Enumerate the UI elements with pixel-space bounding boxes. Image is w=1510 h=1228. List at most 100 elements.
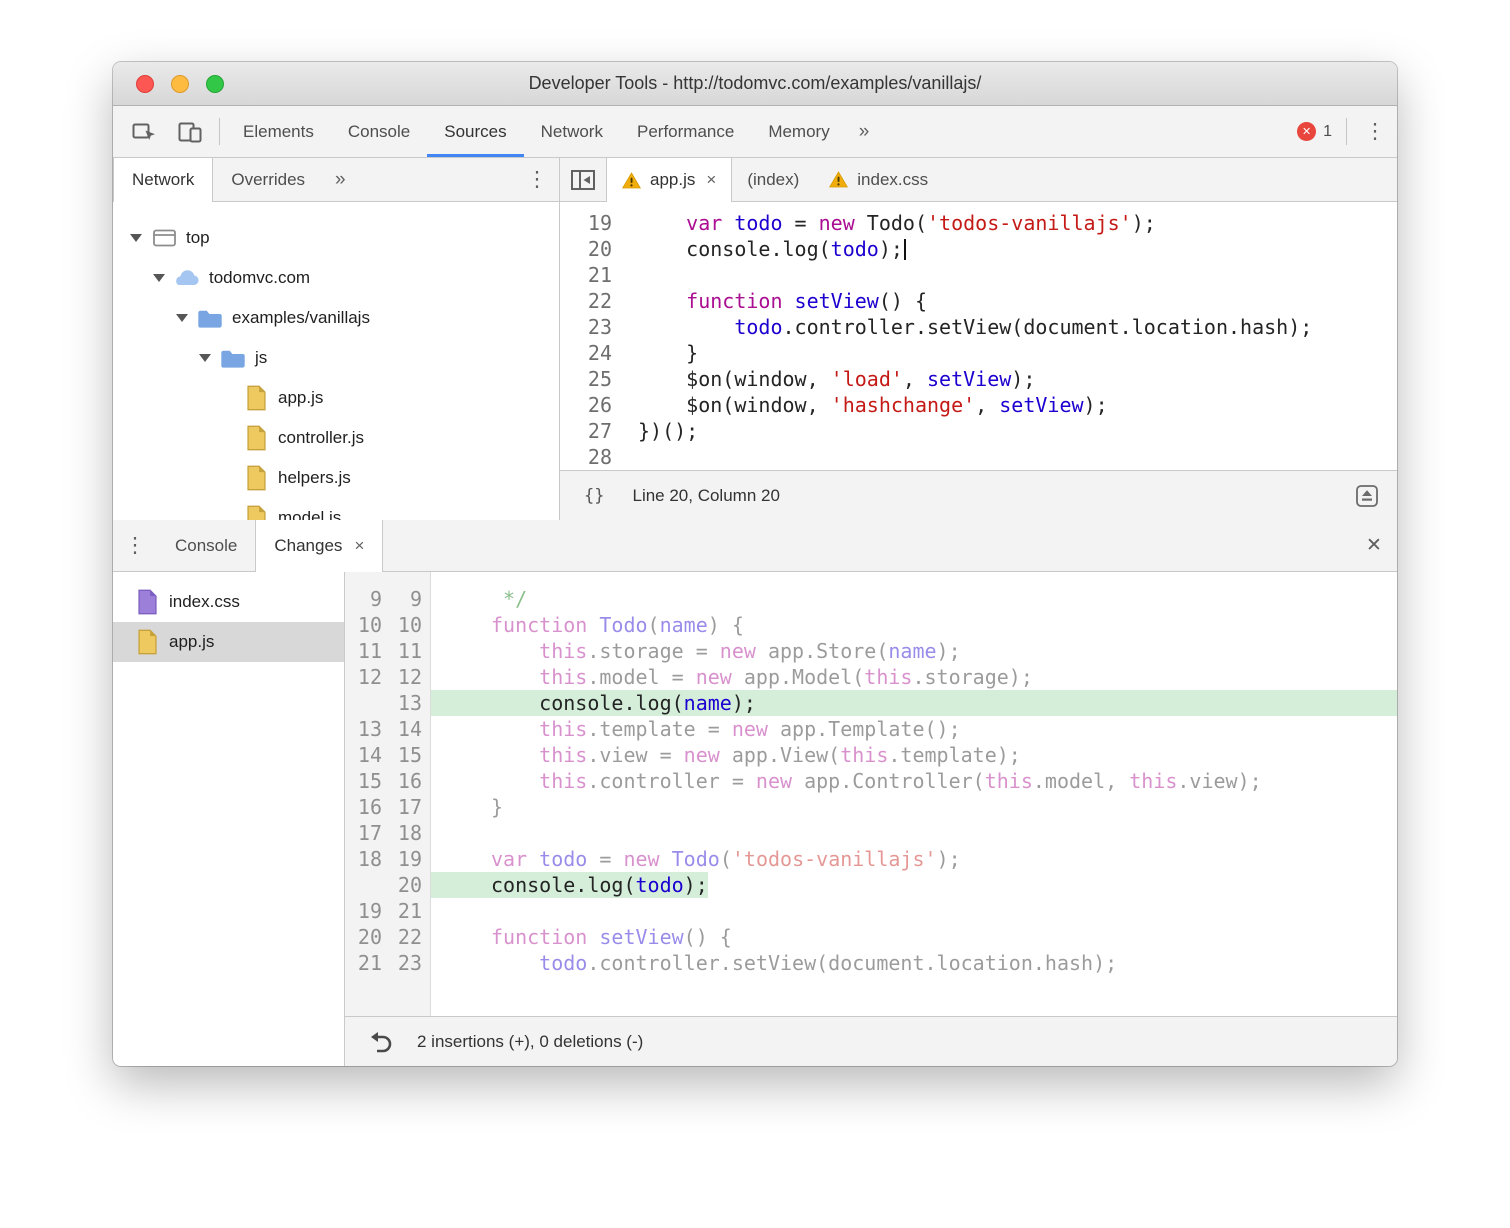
titlebar[interactable]: Developer Tools - http://todomvc.com/exa… — [113, 62, 1397, 106]
line-number[interactable]: 21 — [560, 262, 628, 288]
editor-tab-app-js[interactable]: app.js × — [606, 158, 733, 202]
more-panels-chevron[interactable]: » — [847, 106, 882, 157]
editor-tab-index-css[interactable]: index.css — [814, 158, 943, 201]
tab-memory[interactable]: Memory — [751, 106, 846, 157]
tab-console[interactable]: Console — [331, 106, 427, 157]
close-window-button[interactable] — [136, 74, 154, 93]
toggle-navigator-button[interactable] — [560, 158, 606, 201]
zoom-window-button[interactable] — [206, 74, 224, 93]
devtools-menu-button[interactable]: ⋮ — [1353, 106, 1397, 157]
source-code-view[interactable]: 19 var todo = new Todo('todos-vanillajs'… — [560, 202, 1397, 470]
code-text[interactable]: todo.controller.setView(document.locatio… — [628, 314, 1312, 340]
drawer-tab-console[interactable]: Console — [157, 520, 255, 571]
code-text[interactable]: function setView() { — [628, 288, 927, 314]
tree-item-js[interactable]: js — [113, 338, 559, 378]
sources-panel: Network Overrides » ⋮ top todomvc.com examp… — [113, 158, 1397, 520]
disclosure-triangle[interactable] — [171, 314, 193, 322]
minimize-window-button[interactable] — [171, 74, 189, 93]
tab-elements[interactable]: Elements — [226, 106, 331, 157]
line-number[interactable]: 25 — [560, 366, 628, 392]
navigator-menu-button[interactable]: ⋮ — [515, 158, 559, 201]
tab-network[interactable]: Network — [524, 106, 620, 157]
disclosure-triangle[interactable] — [194, 354, 216, 362]
diff-code-text: var todo = new Todo('todos-vanillajs'); — [491, 847, 961, 871]
line-number[interactable]: 28 — [560, 444, 628, 470]
line-number[interactable]: 24 — [560, 340, 628, 366]
window-controls — [113, 74, 224, 93]
editor-tab-bar: app.js × (index) index.css — [560, 158, 1397, 202]
diff-row: 17 18 — [345, 820, 1397, 846]
tree-item-model-js[interactable]: model.js — [113, 498, 559, 520]
changes-panel: index.css app.js 9 9 */ 10 10 function Todo(n… — [113, 572, 1397, 1066]
panel-tabs: Elements Console Sources Network Performance… — [226, 106, 847, 157]
disclosure-triangle[interactable] — [148, 274, 170, 282]
diff-body: 9 9 */ 10 10 function Todo(name) {11 11 this.… — [345, 572, 1397, 1016]
device-toolbar-button[interactable] — [167, 106, 213, 157]
folder-icon — [216, 348, 250, 369]
diff-new-line-number: 21 — [397, 899, 422, 923]
code-text[interactable]: } — [628, 340, 698, 366]
line-number[interactable]: 23 — [560, 314, 628, 340]
diff-new-line-number: 17 — [397, 795, 422, 819]
diff-code-text — [431, 820, 1397, 846]
line-number[interactable]: 26 — [560, 392, 628, 418]
tree-item-todomvc-com[interactable]: todomvc.com — [113, 258, 559, 298]
changes-file-index-css[interactable]: index.css — [113, 582, 344, 622]
changes-file-app-js[interactable]: app.js — [113, 622, 344, 662]
error-count: 1 — [1323, 122, 1332, 140]
file-navigator: Network Overrides » ⋮ top todomvc.com examp… — [113, 158, 560, 520]
more-navigator-tabs-chevron[interactable]: » — [323, 158, 358, 201]
code-text[interactable] — [628, 444, 638, 470]
diff-code-text: this.storage = new app.Store(name); — [539, 639, 961, 663]
diff-summary: 2 insertions (+), 0 deletions (-) — [417, 1031, 644, 1051]
code-text[interactable] — [628, 262, 638, 288]
close-drawer-button[interactable]: ✕ — [1351, 520, 1397, 571]
tab-close-icon[interactable]: × — [354, 536, 364, 556]
line-number[interactable]: 27 — [560, 418, 628, 444]
diff-code-text: console.log(todo); — [431, 872, 1397, 898]
diff-old-line-number: 11 — [357, 639, 382, 663]
inspect-element-button[interactable] — [121, 106, 167, 157]
drawer-tab-changes[interactable]: Changes × — [255, 520, 384, 572]
drawer-menu-button[interactable]: ⋮ — [113, 520, 157, 571]
code-text[interactable]: $on(window, 'load', setView); — [628, 366, 1035, 392]
tree-item-helpers-js[interactable]: helpers.js — [113, 458, 559, 498]
tab-close-icon[interactable]: × — [706, 170, 716, 190]
tree-item-top[interactable]: top — [113, 218, 559, 258]
diff-row: 12 12 this.model = new app.Model(this.sto… — [345, 664, 1397, 690]
diff-code-text: } — [491, 795, 504, 819]
code-text[interactable]: console.log(todo); — [628, 236, 906, 262]
error-badge[interactable]: ✕ 1 — [1289, 106, 1340, 157]
warning-icon — [622, 171, 641, 189]
diff-new-line-number: 18 — [397, 821, 422, 845]
diff-old-line-number: 13 — [357, 717, 382, 741]
navigator-tab-bar: Network Overrides » ⋮ — [113, 158, 559, 202]
diff-new-line-number: 9 — [409, 587, 422, 611]
line-number[interactable]: 19 — [560, 210, 628, 236]
code-text[interactable]: })(); — [628, 418, 698, 444]
code-text[interactable]: $on(window, 'hashchange', setView); — [628, 392, 1107, 418]
revert-changes-button[interactable] — [369, 1031, 395, 1053]
sidebar-tab-overrides[interactable]: Overrides — [213, 158, 323, 201]
diff-old-line-number — [345, 690, 389, 716]
disclosure-triangle[interactable] — [125, 234, 147, 242]
diff-row: 19 21 — [345, 898, 1397, 924]
tree-item-examples-vanillajs[interactable]: examples/vanillajs — [113, 298, 559, 338]
toggle-drawer-button[interactable] — [1355, 484, 1379, 508]
tree-item-app-js[interactable]: app.js — [113, 378, 559, 418]
tree-item-controller-js[interactable]: controller.js — [113, 418, 559, 458]
tab-performance[interactable]: Performance — [620, 106, 751, 157]
sidebar-tab-network[interactable]: Network — [113, 158, 214, 202]
tab-sources[interactable]: Sources — [427, 106, 523, 157]
file-js-icon — [239, 465, 273, 491]
pretty-print-button[interactable]: {} — [584, 486, 604, 506]
drawer-tabs: Console Changes × — [157, 520, 384, 572]
changed-files-list: index.css app.js — [113, 572, 345, 1066]
line-number[interactable]: 22 — [560, 288, 628, 314]
code-text[interactable]: var todo = new Todo('todos-vanillajs'); — [628, 210, 1156, 236]
editor-tab-index[interactable]: (index) — [732, 158, 814, 201]
diff-old-line-number: 14 — [357, 743, 382, 767]
drawer-tab-bar: ⋮ Console Changes × ✕ — [113, 520, 1397, 572]
diff-row: 13 14 this.template = new app.Template(); — [345, 716, 1397, 742]
line-number[interactable]: 20 — [560, 236, 628, 262]
